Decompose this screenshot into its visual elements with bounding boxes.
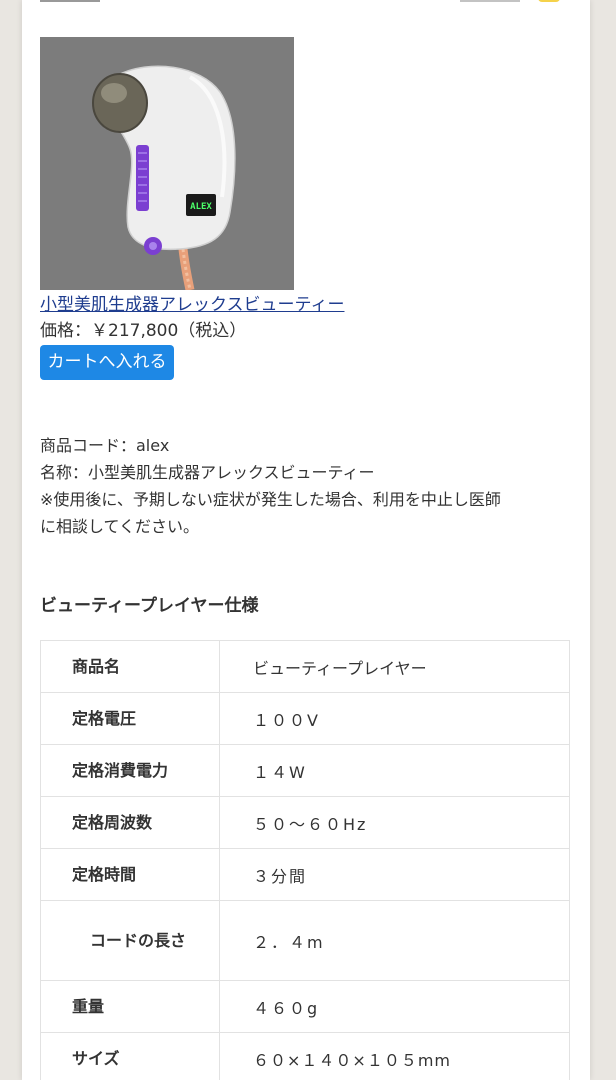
cropped-header-link: [460, 0, 520, 2]
spec-row: 定格消費電力 １４W: [40, 744, 570, 797]
spec-label: 定格消費電力: [40, 744, 220, 797]
spec-label: コードの長さ: [40, 900, 220, 981]
beauty-device-illustration: ALEX: [40, 37, 294, 290]
device-label: ALEX: [190, 202, 212, 212]
spec-value: ５０〜６０Hz: [219, 796, 570, 849]
spec-label-text: コードの長さ: [90, 930, 187, 950]
spec-label: 定格電圧: [40, 692, 220, 745]
product-image[interactable]: ALEX: [40, 37, 294, 290]
spec-label: 重量: [40, 980, 220, 1033]
cropped-header-text: [40, 0, 100, 2]
product-full-name: 名称：小型美肌生成器アレックスビューティー: [40, 463, 375, 482]
spec-label: サイズ: [40, 1032, 220, 1080]
spec-value: ６０×１４０×１０５mm: [219, 1032, 570, 1080]
product-code: 商品コード：alex: [40, 436, 170, 455]
product-page: ALEX 小型美肌生成器アレックスビューティー 価格：￥217,800（税込） …: [22, 0, 590, 1080]
spec-row: 定格周波数 ５０〜６０Hz: [40, 796, 570, 849]
spec-value: ４６０g: [219, 980, 570, 1033]
spec-row: コードの長さ ２．４m: [40, 900, 570, 981]
add-to-cart-button[interactable]: カートへ入れる: [40, 345, 174, 380]
spec-label: 定格周波数: [40, 796, 220, 849]
product-name-link[interactable]: 小型美肌生成器アレックスビューティー: [40, 294, 344, 316]
spec-value: ビューティープレイヤー: [219, 640, 570, 693]
product-info: 商品コード：alex 名称：小型美肌生成器アレックスビューティー ※使用後に、予…: [40, 432, 570, 540]
spec-value: １４W: [219, 744, 570, 797]
spec-value: ３分間: [219, 848, 570, 901]
spec-row: サイズ ６０×１４０×１０５mm: [40, 1032, 570, 1080]
spec-section-title: ビューティープレイヤー仕様: [40, 596, 259, 616]
price-label: 価格：￥217,800（税込）: [40, 321, 247, 341]
spec-row: 商品名 ビューティープレイヤー: [40, 640, 570, 693]
usage-note-line1: ※使用後に、予期しない症状が発生した場合、利用を中止し医師: [40, 490, 501, 509]
cropped-header: [40, 0, 560, 6]
spec-value: １００V: [219, 692, 570, 745]
spec-table: 商品名 ビューティープレイヤー 定格電圧 １００V 定格消費電力 １４W 定格周…: [40, 640, 570, 1080]
spec-row: 定格時間 ３分間: [40, 848, 570, 901]
spec-label: 定格時間: [40, 848, 220, 901]
cropped-header-badge: [538, 0, 560, 2]
spec-row: 定格電圧 １００V: [40, 692, 570, 745]
spec-value: ２．４m: [219, 900, 570, 981]
usage-note-line2: に相談してください。: [40, 517, 200, 536]
spec-label: 商品名: [40, 640, 220, 693]
spec-row: 重量 ４６０g: [40, 980, 570, 1033]
